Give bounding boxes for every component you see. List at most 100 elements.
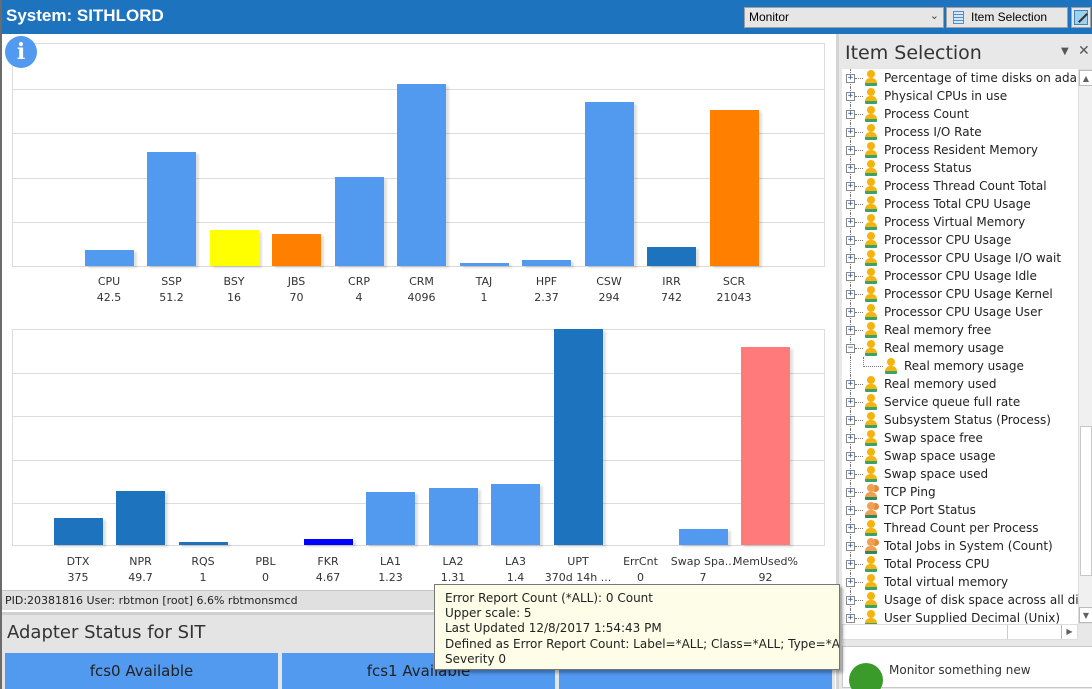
tree-item[interactable]: + Process Total CPU Usage <box>842 195 1078 213</box>
expand-icon[interactable]: + <box>846 542 855 551</box>
bar-la2[interactable] <box>428 487 478 545</box>
tooltip-line: Error Report Count (*ALL): 0 Count <box>445 591 653 605</box>
expand-icon[interactable]: + <box>846 236 855 245</box>
expand-icon[interactable]: + <box>846 272 855 281</box>
tree-vertical-scrollbar[interactable]: ▲ ▼ <box>1078 69 1092 624</box>
scroll-up-icon[interactable]: ▲ <box>1079 70 1092 86</box>
tree-item[interactable]: + Subsystem Status (Process) <box>842 411 1078 429</box>
monitor-something-new-button[interactable]: Monitor something new <box>842 646 1092 689</box>
expand-icon[interactable]: + <box>846 560 855 569</box>
tree-item[interactable]: + Usage of disk space across all disks o <box>842 591 1078 609</box>
bar-npr[interactable] <box>116 491 165 545</box>
bar-cpu[interactable] <box>84 249 134 266</box>
scroll-right-icon[interactable]: ▶ <box>1061 625 1077 639</box>
bar-csw[interactable] <box>584 102 634 266</box>
expand-icon[interactable]: + <box>846 416 855 425</box>
bar-crm[interactable] <box>397 84 446 266</box>
bar-memused-[interactable] <box>741 346 790 545</box>
tree-item[interactable]: Real memory usage <box>842 357 1078 375</box>
bar-irr[interactable] <box>647 247 696 266</box>
bar-crp[interactable] <box>334 176 384 266</box>
expand-icon[interactable]: + <box>846 434 855 443</box>
panel-menu-icon[interactable]: ▼ <box>1061 46 1069 57</box>
tree-item[interactable]: + Thread Count per Process <box>842 519 1078 537</box>
scroll-thumb[interactable] <box>1080 426 1092 576</box>
bar-scr[interactable] <box>709 109 759 266</box>
bar-hpf[interactable] <box>522 259 571 266</box>
tree-item[interactable]: + Processor CPU Usage I/O wait <box>842 249 1078 267</box>
tree-item[interactable]: + Swap space free <box>842 429 1078 447</box>
tree-item[interactable]: + Total Jobs in System (Count) <box>842 537 1078 555</box>
expand-icon[interactable]: + <box>846 74 855 83</box>
expand-icon[interactable]: + <box>846 182 855 191</box>
bar-bsy[interactable] <box>209 230 259 266</box>
tree-item[interactable]: + Process Thread Count Total <box>842 177 1078 195</box>
tree-item[interactable]: + Process Status <box>842 159 1078 177</box>
hscroll-thumb[interactable] <box>843 625 1008 639</box>
item-selection-button[interactable]: Item Selection <box>946 7 1068 28</box>
expand-icon[interactable]: + <box>846 470 855 479</box>
bar-rqs[interactable] <box>178 541 228 545</box>
expand-icon[interactable]: + <box>846 92 855 101</box>
expand-icon[interactable]: + <box>846 218 855 227</box>
tree-item[interactable]: + User Supplied Decimal (Unix) <box>842 609 1078 624</box>
expand-icon[interactable]: + <box>846 146 855 155</box>
tree-item[interactable]: + Processor CPU Usage Idle <box>842 267 1078 285</box>
monitor-dropdown[interactable]: Monitor ⌄ <box>744 7 944 28</box>
bar-la1[interactable] <box>366 492 415 545</box>
bar-fkr[interactable] <box>303 538 353 545</box>
tree-item[interactable]: + Real memory free <box>842 321 1078 339</box>
tree-item[interactable]: + Swap space used <box>842 465 1078 483</box>
bar-taj[interactable] <box>459 263 509 266</box>
tree-item[interactable]: + Processor CPU Usage User <box>842 303 1078 321</box>
tree-item[interactable]: + Physical CPUs in use <box>842 87 1078 105</box>
tree-item[interactable]: + TCP Port Status <box>842 501 1078 519</box>
expand-icon[interactable]: + <box>846 398 855 407</box>
bar-dtx[interactable] <box>53 518 103 545</box>
tree-item[interactable]: + Processor CPU Usage <box>842 231 1078 249</box>
expand-icon[interactable]: + <box>846 290 855 299</box>
expand-icon[interactable]: + <box>846 506 855 515</box>
expand-icon[interactable]: + <box>846 308 855 317</box>
expand-icon[interactable]: + <box>846 110 855 119</box>
tree-item[interactable]: − Real memory usage <box>842 339 1078 357</box>
tree-item[interactable]: + Total virtual memory <box>842 573 1078 591</box>
info-icon[interactable]: i <box>5 36 37 68</box>
expand-icon[interactable]: + <box>846 614 855 623</box>
tree-item[interactable]: + Percentage of time disks on adapter <box>842 69 1078 87</box>
tree-item-label: Real memory free <box>884 323 992 337</box>
tree-item[interactable]: + Process Resident Memory <box>842 141 1078 159</box>
bar-ssp[interactable] <box>147 152 196 266</box>
tree-item[interactable]: + TCP Ping <box>842 483 1078 501</box>
tree-item[interactable]: + Real memory used <box>842 375 1078 393</box>
adapter-tile-fcs0[interactable]: fcs0 Available <box>5 653 278 689</box>
bar-jbs[interactable] <box>272 234 321 266</box>
tree-item[interactable]: + Processor CPU Usage Kernel <box>842 285 1078 303</box>
collapse-icon[interactable]: − <box>846 344 855 353</box>
expand-icon[interactable]: + <box>846 164 855 173</box>
expand-icon[interactable]: + <box>846 596 855 605</box>
bar-swap-spa-[interactable] <box>678 529 728 545</box>
expand-icon[interactable]: + <box>846 200 855 209</box>
bar-la3[interactable] <box>491 484 540 545</box>
expand-icon[interactable]: + <box>846 326 855 335</box>
expand-icon[interactable]: + <box>846 524 855 533</box>
expand-icon[interactable]: + <box>846 380 855 389</box>
expand-icon[interactable]: + <box>846 452 855 461</box>
bar-upt[interactable] <box>553 329 603 545</box>
tree-item[interactable]: + Process I/O Rate <box>842 123 1078 141</box>
expand-icon[interactable]: + <box>846 254 855 263</box>
close-icon[interactable]: ✕ <box>1078 43 1090 59</box>
expand-icon[interactable]: + <box>846 488 855 497</box>
tree-item[interactable]: + Swap space usage <box>842 447 1078 465</box>
category-label: MemUsed% <box>733 555 798 568</box>
expand-icon[interactable]: + <box>846 578 855 587</box>
tree-item[interactable]: + Service queue full rate <box>842 393 1078 411</box>
tree-item[interactable]: + Total Process CPU <box>842 555 1078 573</box>
tree-item[interactable]: + Process Virtual Memory <box>842 213 1078 231</box>
tree-horizontal-scrollbar[interactable]: ▶ <box>842 624 1078 640</box>
scroll-down-icon[interactable]: ▼ <box>1079 607 1092 623</box>
expand-button[interactable] <box>1071 7 1091 28</box>
expand-icon[interactable]: + <box>846 128 855 137</box>
tree-item[interactable]: + Process Count <box>842 105 1078 123</box>
